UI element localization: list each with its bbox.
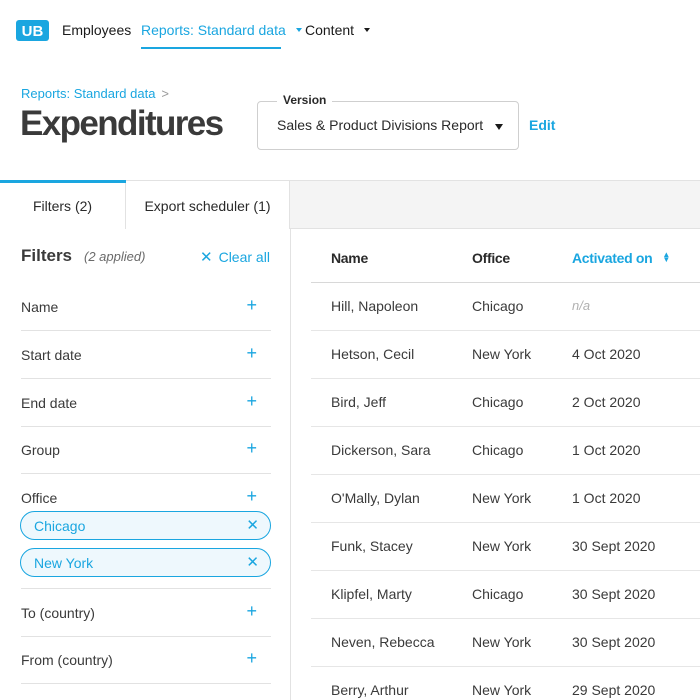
filter-start-date[interactable]: Start date +	[21, 331, 271, 379]
cell-name: O'Mally, Dylan	[331, 490, 420, 506]
cell-office: New York	[472, 682, 532, 698]
edit-link[interactable]: Edit	[529, 117, 555, 133]
cell-name: Hill, Napoleon	[331, 298, 419, 314]
cell-office: New York	[472, 634, 532, 650]
filter-to-country[interactable]: To (country) +	[21, 589, 271, 637]
filters-applied-count: (2 applied)	[84, 249, 146, 264]
cell-name: Klipfel, Marty	[331, 586, 412, 602]
cell-name: Neven, Rebecca	[331, 634, 435, 650]
cell-name: Hetson, Cecil	[331, 346, 415, 362]
nav-item-content[interactable]: Content	[305, 22, 371, 38]
cell-activated-on: 30 Sept 2020	[572, 634, 656, 650]
filter-label: Office	[21, 490, 58, 506]
cell-office: Chicago	[472, 586, 524, 602]
cell-office: Chicago	[472, 394, 524, 410]
column-header-name[interactable]: Name	[331, 250, 368, 266]
tab-export-scheduler[interactable]: Export scheduler (1)	[126, 181, 290, 231]
dropdown-arrow-icon	[495, 124, 503, 130]
breadcrumb[interactable]: Reports: Standard data >	[21, 86, 169, 101]
cell-name: Berry, Arthur	[331, 682, 409, 698]
filter-label: To (country)	[21, 605, 95, 621]
cell-office: Chicago	[472, 298, 524, 314]
nav-item-reports-label: Reports: Standard data	[141, 22, 286, 38]
plus-icon[interactable]: +	[246, 343, 257, 364]
table-row[interactable]: Hetson, Cecil New York 4 Oct 2020	[311, 331, 700, 379]
filter-label: From (country)	[21, 652, 113, 668]
cell-office: New York	[472, 490, 532, 506]
table-row[interactable]: Klipfel, Marty Chicago 30 Sept 2020	[311, 571, 700, 619]
cell-office: Chicago	[472, 442, 524, 458]
filter-label: Group	[21, 442, 60, 458]
filter-chip-chicago[interactable]: Chicago ✕	[20, 511, 271, 540]
breadcrumb-separator: >	[161, 86, 170, 101]
chevron-down-icon	[364, 28, 371, 33]
chip-label: New York	[34, 555, 94, 571]
chevron-down-icon	[295, 28, 302, 33]
plus-icon[interactable]: +	[246, 295, 257, 316]
cell-activated-on: 29 Sept 2020	[572, 682, 656, 698]
column-header-activated-label: Activated on	[572, 250, 653, 266]
filter-group[interactable]: Group +	[21, 426, 271, 474]
table-row[interactable]: Neven, Rebecca New York 30 Sept 2020	[311, 619, 700, 667]
table-row[interactable]: Bird, Jeff Chicago 2 Oct 2020	[311, 379, 700, 427]
filter-name[interactable]: Name +	[21, 283, 271, 331]
plus-icon[interactable]: +	[246, 601, 257, 622]
plus-icon[interactable]: +	[246, 648, 257, 669]
plus-icon[interactable]: +	[246, 486, 257, 507]
cell-office: New York	[472, 538, 532, 554]
version-label: Version	[277, 93, 333, 107]
clear-all-label: Clear all	[218, 249, 270, 265]
filter-end-date[interactable]: End date +	[21, 379, 271, 427]
table-row[interactable]: Hill, Napoleon Chicago n/a	[311, 283, 700, 331]
top-nav: UB Employees Reports: Standard data Cont…	[0, 0, 700, 62]
table-row[interactable]: Funk, Stacey New York 30 Sept 2020	[311, 523, 700, 571]
cell-activated-on: 30 Sept 2020	[572, 538, 656, 554]
table-row[interactable]: Dickerson, Sara Chicago 1 Oct 2020	[311, 427, 700, 475]
nav-item-employees[interactable]: Employees	[62, 22, 131, 38]
clear-all-button[interactable]: ✕ Clear all	[200, 248, 270, 266]
cell-activated-on: 1 Oct 2020	[572, 490, 641, 506]
cell-activated-on: 4 Oct 2020	[572, 346, 641, 362]
cell-name: Dickerson, Sara	[331, 442, 431, 458]
close-icon[interactable]: ✕	[246, 516, 259, 534]
close-icon[interactable]: ✕	[246, 553, 259, 571]
logo-icon[interactable]: UB	[16, 20, 49, 41]
filter-chip-new-york[interactable]: New York ✕	[20, 548, 271, 577]
cell-activated-on: 1 Oct 2020	[572, 442, 641, 458]
filter-label: End date	[21, 395, 78, 411]
svg-text:UB: UB	[22, 23, 44, 40]
chip-label: Chicago	[34, 518, 86, 534]
tab-export-label: Export scheduler (1)	[144, 198, 271, 214]
breadcrumb-link[interactable]: Reports: Standard data	[21, 86, 155, 101]
tab-filters[interactable]: Filters (2)	[0, 180, 126, 231]
cell-name: Bird, Jeff	[331, 394, 386, 410]
column-header-office[interactable]: Office	[472, 250, 510, 266]
filter-label: Name	[21, 299, 59, 315]
nav-item-reports[interactable]: Reports: Standard data	[141, 22, 302, 38]
cell-activated-on: 2 Oct 2020	[572, 394, 641, 410]
tabs-bar: Filters (2) Export scheduler (1)	[0, 180, 700, 231]
plus-icon[interactable]: +	[246, 438, 257, 459]
cell-name: Funk, Stacey	[331, 538, 413, 554]
table-row[interactable]: O'Mally, Dylan New York 1 Oct 2020	[311, 475, 700, 523]
close-icon: ✕	[200, 249, 213, 266]
filters-heading: Filters	[21, 246, 73, 265]
page-title: Expenditures	[20, 104, 224, 143]
plus-icon[interactable]: +	[246, 391, 257, 412]
column-header-activated-on[interactable]: Activated on ▲ ▼	[572, 250, 670, 266]
table-row[interactable]: Berry, Arthur New York 29 Sept 2020	[311, 667, 700, 700]
cell-office: New York	[472, 346, 532, 362]
filter-label: Start date	[21, 347, 82, 363]
version-value: Sales & Product Divisions Report	[277, 117, 484, 133]
nav-item-content-label: Content	[305, 22, 355, 38]
nav-active-indicator	[141, 47, 281, 49]
cell-activated-on: 30 Sept 2020	[572, 586, 656, 602]
tab-filters-label: Filters (2)	[32, 198, 93, 214]
sort-icon[interactable]: ▲ ▼	[662, 251, 670, 264]
cell-activated-on: n/a	[572, 298, 591, 313]
filter-from-country[interactable]: From (country) +	[21, 636, 271, 684]
